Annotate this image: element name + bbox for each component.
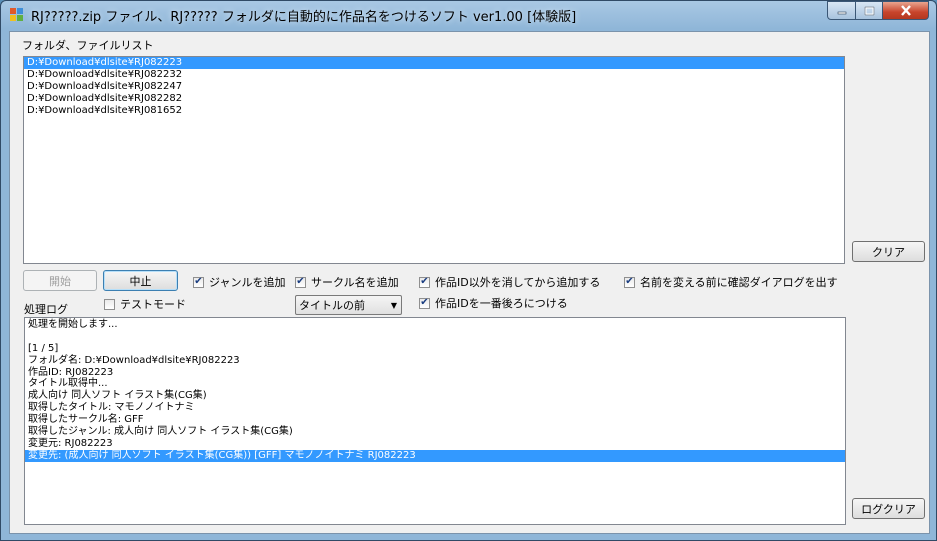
test-mode-label: テストモード bbox=[120, 298, 186, 311]
log-line: 成人向け 同人ソフト イラスト集(CG集) bbox=[28, 390, 207, 402]
clear-button[interactable]: クリア bbox=[852, 241, 925, 262]
log-line: 変更元: RJ082223 bbox=[28, 437, 113, 449]
log-label: 処理ログ bbox=[24, 303, 68, 316]
file-list-item[interactable]: D:¥Download¥dlsite¥RJ082282 bbox=[24, 93, 844, 105]
position-select[interactable]: タイトルの前 ▼ bbox=[295, 295, 402, 315]
log-line: 取得したタイトル: マモノノイトナミ bbox=[28, 402, 195, 414]
maximize-button[interactable] bbox=[855, 1, 883, 20]
log-line: 取得したサークル名: GFF bbox=[28, 414, 144, 426]
maximize-icon bbox=[864, 6, 874, 15]
log-line: タイトル取得中... bbox=[28, 378, 108, 390]
log-line: [1 / 5] bbox=[28, 342, 59, 354]
file-list-item[interactable]: D:¥Download¥dlsite¥RJ081652 bbox=[24, 105, 844, 117]
log-clear-button[interactable]: ログクリア bbox=[852, 498, 925, 519]
add-genre-label: ジャンルを追加 bbox=[209, 276, 286, 289]
checkbox-box: ✔ bbox=[193, 276, 204, 288]
confirm-dialog-label: 名前を変える前に確認ダイアログを出す bbox=[640, 276, 838, 289]
id-last-label: 作品IDを一番後ろにつける bbox=[435, 297, 568, 310]
add-genre-checkbox[interactable]: ✔ ジャンルを追加 bbox=[193, 274, 285, 290]
checkbox-box: ✔ bbox=[419, 297, 430, 309]
erase-except-id-checkbox[interactable]: ✔ 作品ID以外を消してから追加する bbox=[419, 274, 600, 290]
close-button[interactable] bbox=[882, 1, 929, 20]
file-list-rows: D:¥Download¥dlsite¥RJ082223 D:¥Download¥… bbox=[24, 57, 844, 117]
log-line: 処理を開始します... bbox=[28, 319, 118, 330]
title-bar[interactable]: RJ?????.zip ファイル、RJ????? フォルダに自動的に作品名をつけ… bbox=[1, 1, 936, 29]
erase-except-id-label: 作品ID以外を消してから追加する bbox=[435, 276, 601, 289]
start-button[interactable]: 開始 bbox=[23, 270, 97, 291]
chevron-down-icon: ▼ bbox=[390, 301, 397, 310]
log-line: 作品ID: RJ082223 bbox=[28, 366, 114, 378]
checkbox-box: ✔ bbox=[624, 276, 635, 288]
file-list-item[interactable]: D:¥Download¥dlsite¥RJ082232 bbox=[24, 69, 844, 81]
stop-button[interactable]: 中止 bbox=[103, 270, 178, 291]
file-list[interactable]: D:¥Download¥dlsite¥RJ082223 D:¥Download¥… bbox=[23, 56, 845, 264]
file-list-label: フォルダ、ファイルリスト bbox=[22, 39, 154, 52]
minimize-icon bbox=[837, 11, 846, 14]
close-icon bbox=[900, 5, 911, 16]
log-box[interactable]: 処理を開始します... [1 / 5] フォルダ名: D:¥Download¥d… bbox=[24, 317, 846, 525]
minimize-button[interactable] bbox=[827, 1, 856, 20]
log-line: フォルダ名: D:¥Download¥dlsite¥RJ082223 bbox=[28, 354, 240, 366]
add-circle-checkbox[interactable]: ✔ サークル名を追加 bbox=[295, 274, 399, 290]
log-line: 取得したジャンル: 成人向け 同人ソフト イラスト集(CG集) bbox=[28, 426, 293, 438]
app-icon bbox=[10, 8, 24, 22]
file-list-item[interactable]: D:¥Download¥dlsite¥RJ082223 bbox=[24, 57, 844, 69]
file-list-item[interactable]: D:¥Download¥dlsite¥RJ082247 bbox=[24, 81, 844, 93]
checkbox-box bbox=[104, 298, 115, 310]
confirm-dialog-checkbox[interactable]: ✔ 名前を変える前に確認ダイアログを出す bbox=[624, 274, 838, 290]
id-last-checkbox[interactable]: ✔ 作品IDを一番後ろにつける bbox=[419, 295, 568, 311]
window-title: RJ?????.zip ファイル、RJ????? フォルダに自動的に作品名をつけ… bbox=[31, 10, 577, 25]
client-area: フォルダ、ファイルリスト D:¥Download¥dlsite¥RJ082223… bbox=[9, 31, 930, 534]
test-mode-checkbox[interactable]: テストモード bbox=[104, 296, 186, 312]
log-line: 変更先: (成人向け 同人ソフト イラスト集(CG集)) [GFF] マモノノイ… bbox=[25, 449, 845, 462]
main-window: RJ?????.zip ファイル、RJ????? フォルダに自動的に作品名をつけ… bbox=[0, 0, 937, 541]
log-rows: 処理を開始します... [1 / 5] フォルダ名: D:¥Download¥d… bbox=[25, 318, 845, 462]
position-select-value: タイトルの前 bbox=[299, 299, 365, 312]
checkbox-box: ✔ bbox=[295, 276, 306, 288]
add-circle-label: サークル名を追加 bbox=[311, 276, 399, 289]
checkbox-box: ✔ bbox=[419, 276, 430, 288]
